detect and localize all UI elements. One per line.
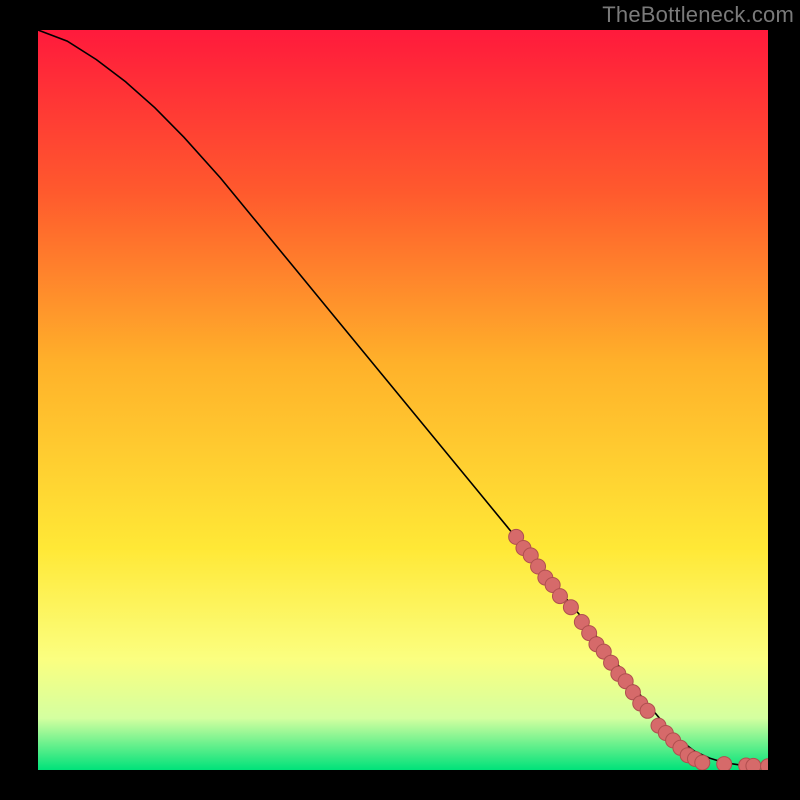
attribution-text: TheBottleneck.com: [602, 2, 794, 28]
data-marker: [563, 600, 578, 615]
data-marker: [552, 589, 567, 604]
plot-area: [38, 30, 768, 770]
data-marker: [695, 755, 710, 770]
data-marker: [746, 758, 761, 770]
data-marker: [717, 757, 732, 770]
data-marker: [640, 703, 655, 718]
chart-svg: [38, 30, 768, 770]
chart-frame: TheBottleneck.com: [0, 0, 800, 800]
